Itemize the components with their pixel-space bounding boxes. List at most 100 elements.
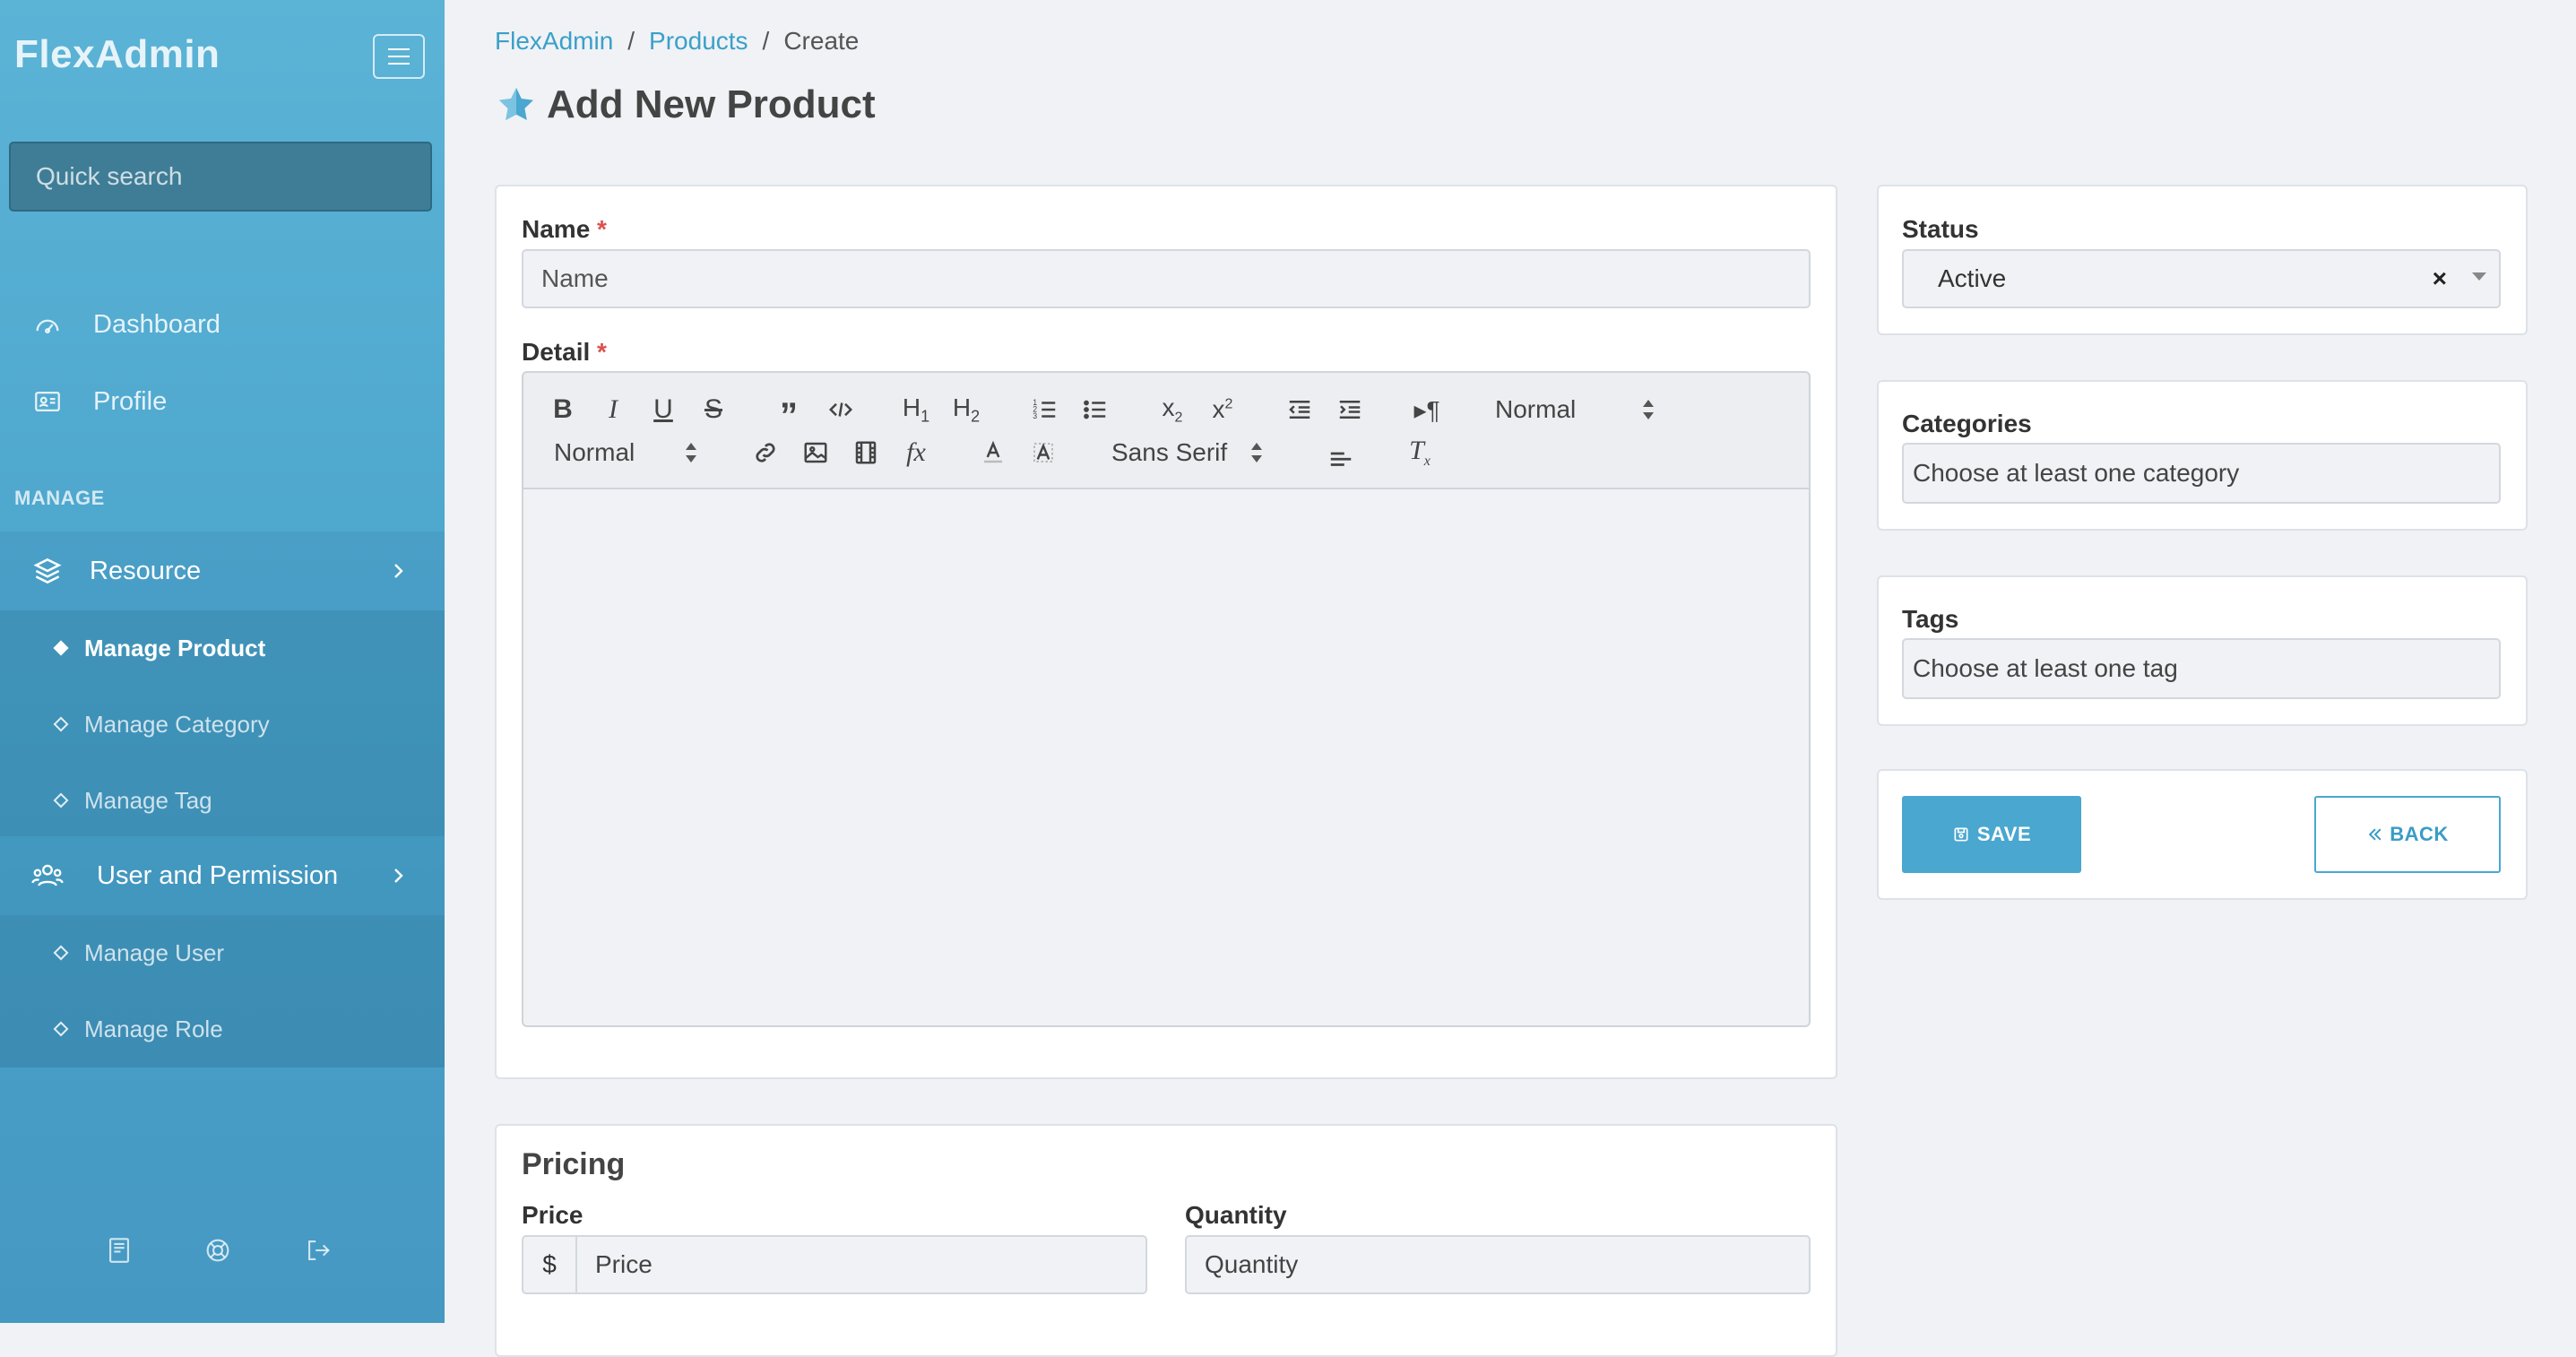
dropdown-caret-icon xyxy=(2472,272,2486,281)
sidebar-item-dashboard[interactable]: Dashboard xyxy=(0,298,445,351)
indent-icon[interactable] xyxy=(1334,394,1366,425)
superscript-icon[interactable]: x2 xyxy=(1206,394,1239,425)
page-title-text: Add New Product xyxy=(547,82,876,126)
sidebar-item-label: Manage User xyxy=(84,938,225,966)
text-direction-icon[interactable]: ▸¶ xyxy=(1411,394,1443,425)
sidebar-toggle-button[interactable] xyxy=(373,34,425,79)
editor-toolbar xyxy=(522,371,1811,489)
detail-editor-content[interactable] xyxy=(522,488,1811,1027)
sidebar-group-resource[interactable]: Resource xyxy=(0,532,445,610)
book-icon[interactable] xyxy=(104,1235,134,1266)
categories-input[interactable]: Choose at least one category xyxy=(1902,443,2501,504)
sidebar-group-user-permission[interactable]: User and Permission xyxy=(0,836,445,915)
sidebar-group-label: Resource xyxy=(90,556,202,585)
code-block-icon[interactable] xyxy=(825,394,857,425)
bullet-list-icon[interactable] xyxy=(1079,394,1111,425)
sidebar-item-label: Manage Product xyxy=(84,634,266,661)
bullet-icon xyxy=(53,792,69,808)
double-chevron-left-icon xyxy=(2368,828,2382,841)
bullet-icon xyxy=(53,1021,69,1037)
header-select-value: Normal xyxy=(1495,395,1577,423)
users-icon xyxy=(31,864,64,886)
currency-addon: $ xyxy=(522,1235,577,1294)
outdent-icon[interactable] xyxy=(1284,394,1316,425)
sidebar-item-label: Dashboard xyxy=(93,309,220,339)
breadcrumb: FlexAdmin / Products / Create xyxy=(495,27,859,56)
sidebar-item-label: Manage Tag xyxy=(84,786,212,814)
bullet-icon xyxy=(53,945,69,961)
align-icon[interactable] xyxy=(1325,443,1357,473)
price-input[interactable]: Price xyxy=(575,1235,1147,1294)
breadcrumb-separator: / xyxy=(762,27,770,55)
required-mark: * xyxy=(597,338,607,366)
sidebar-item-label: Manage Role xyxy=(84,1015,223,1042)
save-button[interactable]: SAVE xyxy=(1902,796,2081,873)
lifebuoy-icon[interactable] xyxy=(203,1235,233,1266)
tags-input[interactable]: Choose at least one tag xyxy=(1902,638,2501,699)
status-select-value: Active xyxy=(1938,264,2007,292)
breadcrumb-separator: / xyxy=(627,27,635,55)
sidebar-item-manage-tag[interactable]: Manage Tag xyxy=(0,774,445,827)
detail-label: Detail * xyxy=(522,338,607,367)
back-button[interactable]: BACK xyxy=(2314,796,2501,873)
gauge-icon xyxy=(36,319,59,334)
image-icon[interactable] xyxy=(800,437,832,468)
subscript-icon[interactable]: x2 xyxy=(1156,393,1189,426)
save-button-label: SAVE xyxy=(1976,823,2032,845)
breadcrumb-current: Create xyxy=(783,27,860,55)
svg-text:3: 3 xyxy=(1033,411,1037,420)
font-select-value: Sans Serif xyxy=(1111,438,1228,466)
breadcrumb-link-home[interactable]: FlexAdmin xyxy=(495,27,613,56)
header-select[interactable]: Normal xyxy=(1495,394,1655,425)
formula-icon[interactable]: fx xyxy=(900,437,932,468)
text-color-icon[interactable] xyxy=(977,437,1009,468)
sidebar-item-profile[interactable]: Profile xyxy=(0,375,445,428)
font-select[interactable]: Sans Serif xyxy=(1111,437,1263,468)
size-select[interactable]: Normal xyxy=(554,437,697,468)
detail-label-text: Detail xyxy=(522,338,591,366)
sidebar: FlexAdmin Quick search Dashboard Profile… xyxy=(0,0,445,1323)
sidebar-item-label: Profile xyxy=(93,386,168,416)
ordered-list-icon[interactable]: 123 xyxy=(1029,394,1061,425)
pricing-title: Pricing xyxy=(522,1147,626,1181)
floppy-icon xyxy=(1954,827,1968,842)
link-icon[interactable] xyxy=(749,437,782,468)
layers-icon xyxy=(33,557,62,584)
sidebar-item-manage-category[interactable]: Manage Category xyxy=(0,697,445,751)
back-button-label: BACK xyxy=(2390,823,2449,845)
status-label: Status xyxy=(1902,215,1979,243)
id-card-icon xyxy=(35,391,60,412)
breadcrumb-link-products[interactable]: Products xyxy=(649,27,748,56)
price-label: Price xyxy=(522,1201,583,1229)
blockquote-icon[interactable]: ” xyxy=(774,394,803,434)
strike-icon[interactable]: S xyxy=(699,394,728,425)
name-label-text: Name xyxy=(522,215,591,243)
quantity-input[interactable]: Quantity xyxy=(1185,1235,1811,1294)
italic-icon[interactable]: I xyxy=(599,394,627,425)
bullet-icon xyxy=(53,716,69,732)
quick-search-input[interactable]: Quick search xyxy=(9,142,432,212)
sidebar-item-manage-role[interactable]: Manage Role xyxy=(0,1002,445,1056)
video-icon[interactable] xyxy=(850,437,882,468)
name-input[interactable]: Name xyxy=(522,249,1811,308)
size-select-value: Normal xyxy=(554,438,635,466)
underline-icon[interactable]: U xyxy=(649,394,678,425)
sidebar-item-manage-user[interactable]: Manage User xyxy=(0,926,445,980)
updown-icon xyxy=(685,442,697,463)
name-label: Name * xyxy=(522,215,607,244)
categories-label: Categories xyxy=(1902,410,2032,437)
logout-icon[interactable] xyxy=(303,1235,333,1266)
section-label-manage: MANAGE xyxy=(14,487,105,509)
header-1-icon[interactable]: H1 xyxy=(898,393,934,426)
clear-selection-icon[interactable]: × xyxy=(2433,264,2447,293)
menu-icon xyxy=(388,48,410,65)
brand-logo[interactable]: FlexAdmin xyxy=(14,32,220,77)
sidebar-item-manage-product[interactable]: Manage Product xyxy=(0,621,445,675)
status-select[interactable]: Active × xyxy=(1902,249,2501,308)
header-2-icon[interactable]: H2 xyxy=(948,393,984,426)
background-color-icon[interactable] xyxy=(1027,437,1059,468)
sidebar-group-label: User and Permission xyxy=(97,860,339,890)
sidebar-submenu-user-permission: Manage User Manage Role xyxy=(0,915,445,1067)
bold-icon[interactable]: B xyxy=(549,394,577,425)
clear-format-icon[interactable]: Tx xyxy=(1404,436,1436,469)
